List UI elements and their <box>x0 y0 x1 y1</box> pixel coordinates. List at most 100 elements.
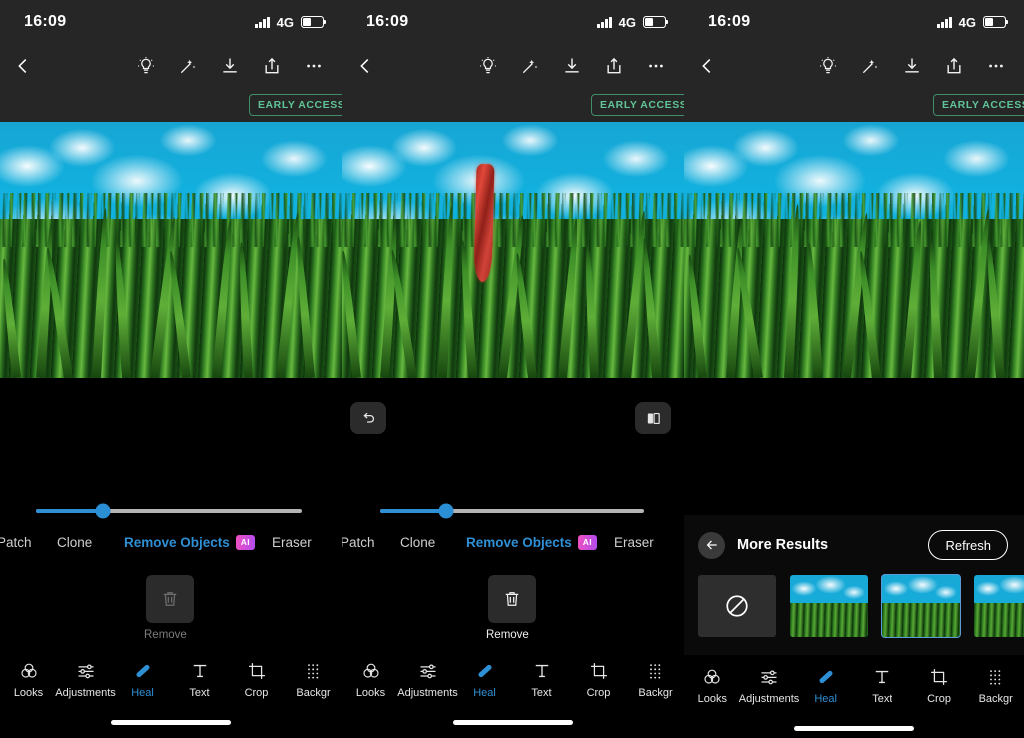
more-options-icon[interactable] <box>986 56 1006 76</box>
download-icon[interactable] <box>902 56 922 76</box>
brush-size-slider[interactable] <box>380 503 644 518</box>
undo-button[interactable] <box>350 402 386 434</box>
looks-icon <box>704 669 720 684</box>
sliders-icon <box>420 664 435 679</box>
brush-size-slider[interactable] <box>36 503 302 518</box>
bottom-nav: Looks Adjustments Heal Text Crop Backgr <box>684 655 1024 713</box>
battery-icon <box>983 16 1009 28</box>
nav-item-crop[interactable]: Crop <box>911 667 968 705</box>
nav-item-text[interactable]: Text <box>171 661 228 699</box>
nav-item-label: Looks <box>355 687 386 699</box>
no-entry-icon <box>726 595 748 617</box>
looks-icon <box>20 663 37 678</box>
remove-action-block: Remove <box>0 557 342 649</box>
nav-item-label: Crop <box>586 687 611 699</box>
nav-item-crop[interactable]: Crop <box>228 661 285 699</box>
result-variant-3[interactable] <box>974 575 1024 637</box>
back-chevron-icon[interactable] <box>696 55 718 77</box>
tool-tab-remove-objects[interactable]: Remove Objects AI <box>466 534 597 550</box>
nav-item-looks[interactable]: Looks <box>684 667 741 705</box>
status-bar: 16:09 4G <box>684 0 1024 44</box>
grass-sky-photo <box>684 122 1024 378</box>
nav-item-label: Adjustments <box>55 687 116 699</box>
nav-item-adjustments[interactable]: Adjustments <box>739 667 799 705</box>
nav-item-label: Adjustments <box>397 687 458 699</box>
status-clock: 16:09 <box>708 13 751 30</box>
tool-tab-remove-objects[interactable]: Remove Objects AI <box>124 534 255 550</box>
tool-tab-label: Patch <box>0 534 32 550</box>
lightbulb-icon[interactable] <box>478 56 498 76</box>
nav-item-text[interactable]: Text <box>513 661 570 699</box>
download-icon[interactable] <box>562 56 582 76</box>
more-options-icon[interactable] <box>304 56 324 76</box>
tool-tab-eraser[interactable]: Eraser <box>272 535 312 550</box>
nav-item-background[interactable]: Backgr <box>285 661 342 699</box>
sliders-icon <box>78 664 93 679</box>
battery-icon <box>301 16 327 28</box>
share-icon[interactable] <box>944 56 964 76</box>
crop-icon <box>590 663 607 679</box>
tool-tab-clone[interactable]: Clone <box>400 535 435 550</box>
refresh-button[interactable]: Refresh <box>928 530 1008 560</box>
nav-item-background[interactable]: Backgr <box>627 661 684 699</box>
grass-sky-photo <box>0 122 342 378</box>
result-variant-2[interactable] <box>881 574 961 638</box>
before-after-compare-button[interactable] <box>635 402 671 434</box>
nav-item-heal[interactable]: Heal <box>456 661 513 699</box>
no-result-option[interactable] <box>698 575 776 637</box>
magic-wand-icon[interactable] <box>860 56 880 76</box>
photo-canvas[interactable] <box>0 122 342 378</box>
nav-item-label: Backgr <box>978 693 1013 705</box>
more-results-title: More Results <box>737 537 829 553</box>
bottom-nav: Looks Adjustments Heal Text Crop Backgr <box>0 649 342 707</box>
share-icon[interactable] <box>604 56 624 76</box>
bandage-icon <box>135 664 150 678</box>
status-bar: 16:09 4G <box>0 0 342 44</box>
photo-canvas[interactable] <box>342 122 684 378</box>
early-access-badge: EARLY ACCESS <box>249 93 342 117</box>
more-results-back-button[interactable] <box>698 531 725 559</box>
back-chevron-icon[interactable] <box>12 55 34 77</box>
share-icon[interactable] <box>262 56 282 76</box>
network-type-label: 4G <box>276 14 294 30</box>
remove-label: Remove <box>144 629 187 641</box>
tool-tab-eraser[interactable]: Eraser <box>614 535 654 550</box>
canvas-tools-area <box>342 378 684 494</box>
battery-icon <box>643 16 669 28</box>
tool-tab-label: Remove Objects <box>124 534 230 550</box>
phone-screenshot-1: 16:09 4G EARLY ACCESS Patch Clone Remove… <box>0 0 342 738</box>
nav-item-background[interactable]: Backgr <box>967 667 1024 705</box>
nav-item-crop[interactable]: Crop <box>570 661 627 699</box>
lightbulb-icon[interactable] <box>136 56 156 76</box>
nav-item-label: Heal <box>473 687 496 699</box>
result-variant-1[interactable] <box>790 575 868 637</box>
remove-button[interactable] <box>488 575 536 623</box>
network-type-label: 4G <box>958 14 976 30</box>
nav-item-looks[interactable]: Looks <box>342 661 399 699</box>
tool-tab-patch[interactable]: Patch <box>342 535 375 550</box>
before-after-compare-icon <box>647 412 660 424</box>
more-options-icon[interactable] <box>646 56 666 76</box>
magic-wand-icon[interactable] <box>178 56 198 76</box>
photo-canvas[interactable] <box>684 122 1024 378</box>
remove-button[interactable] <box>146 575 194 623</box>
brush-size-slider-row <box>0 494 342 527</box>
nav-item-heal[interactable]: Heal <box>114 661 171 699</box>
nav-item-heal[interactable]: Heal <box>797 667 854 705</box>
nav-item-adjustments[interactable]: Adjustments <box>397 661 458 699</box>
arrow-left-icon <box>706 540 717 550</box>
nav-item-looks[interactable]: Looks <box>0 661 57 699</box>
tool-tab-clone[interactable]: Clone <box>57 535 92 550</box>
home-indicator-area <box>0 707 342 737</box>
tool-tab-patch[interactable]: Patch <box>0 535 32 550</box>
magic-wand-icon[interactable] <box>520 56 540 76</box>
back-chevron-icon[interactable] <box>354 55 376 77</box>
lightbulb-icon[interactable] <box>818 56 838 76</box>
tool-tab-label: Patch <box>342 534 375 550</box>
nav-item-adjustments[interactable]: Adjustments <box>55 661 116 699</box>
nav-item-label: Heal <box>131 687 154 699</box>
nav-item-text[interactable]: Text <box>854 667 911 705</box>
download-icon[interactable] <box>220 56 240 76</box>
tool-tab-label: Clone <box>400 534 436 550</box>
early-access-row: EARLY ACCESS <box>684 88 1024 122</box>
